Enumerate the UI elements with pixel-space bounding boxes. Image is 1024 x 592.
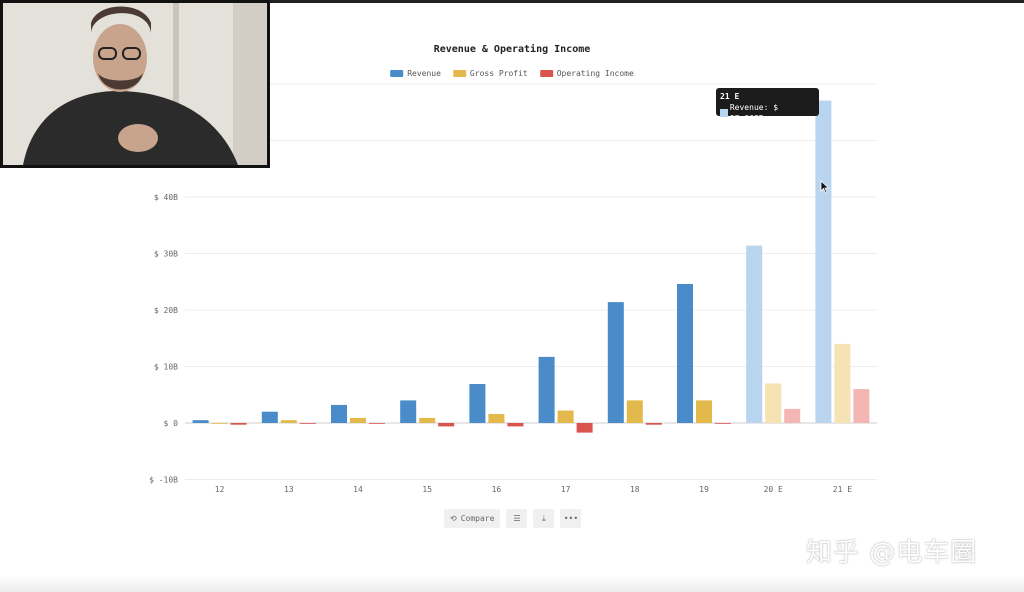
person-icon <box>3 3 267 165</box>
chart-tooltip: 21 E Revenue: $ 57.068B <box>716 88 819 123</box>
x-tick-label: 15 <box>422 485 432 494</box>
bar-revenue <box>815 100 832 424</box>
tooltip-title: 21 E <box>720 92 740 101</box>
x-tick-label: 20 E <box>764 485 783 494</box>
x-tick-label: 18 <box>630 485 640 494</box>
x-tick-label: 13 <box>284 485 294 494</box>
bar-gross-profit <box>280 420 297 423</box>
more-icon: ••• <box>563 514 579 523</box>
more-button[interactable]: ••• <box>560 509 582 528</box>
tooltip-value: Revenue: $ 57.068B <box>729 103 779 123</box>
bar-operating-income <box>645 423 662 425</box>
bar-revenue <box>400 400 417 423</box>
bar-operating-income <box>230 423 247 425</box>
bar-gross-profit <box>834 343 851 423</box>
list-icon: ☰ <box>513 514 521 523</box>
compare-button[interactable]: ⟲ Compare <box>444 509 501 528</box>
bar-gross-profit <box>696 400 712 423</box>
bar-revenue <box>192 420 209 423</box>
y-tick-label: $ 20B <box>154 306 178 315</box>
y-tick-label: $ 40B <box>154 193 178 202</box>
y-tick-label: $ 30B <box>154 250 178 259</box>
bar-gross-profit <box>488 413 505 423</box>
bar-gross-profit <box>350 417 366 423</box>
bar-operating-income <box>369 423 385 424</box>
bar-operating-income <box>299 423 316 424</box>
watermark-text: 知乎 @电车圈 <box>806 538 978 568</box>
bar-revenue <box>261 411 278 423</box>
x-tick-label: 12 <box>215 485 225 494</box>
bar-gross-profit <box>211 423 228 424</box>
x-tick-label: 16 <box>492 485 502 494</box>
mouse-cursor-icon <box>820 180 830 194</box>
bar-gross-profit <box>765 383 782 423</box>
webcam-overlay <box>0 0 270 168</box>
bar-revenue <box>677 284 693 423</box>
chart-toolbar: ⟲ Compare ☰ ⤓ ••• <box>444 509 582 528</box>
bar-gross-profit <box>557 410 574 423</box>
x-tick-label: 17 <box>561 485 571 494</box>
bar-gross-profit <box>419 417 436 423</box>
y-tick-label: $ 10B <box>154 363 178 372</box>
y-tick-label: $ -10B <box>149 476 178 485</box>
bar-operating-income <box>853 389 870 423</box>
bar-operating-income <box>576 423 593 433</box>
tooltip-swatch <box>720 109 728 117</box>
y-tick-label: $ 0 <box>164 419 179 428</box>
x-tick-label: 14 <box>353 485 363 494</box>
download-button[interactable]: ⤓ <box>533 509 555 528</box>
x-tick-label: 19 <box>699 485 709 494</box>
bar-gross-profit <box>626 400 643 423</box>
download-icon: ⤓ <box>542 513 546 523</box>
bar-operating-income <box>784 408 801 423</box>
bar-revenue <box>746 245 763 423</box>
bar-operating-income <box>507 423 524 427</box>
bar-revenue <box>607 302 624 423</box>
bar-operating-income <box>715 423 731 424</box>
bar-revenue <box>331 404 347 423</box>
refresh-icon: ⟲ <box>450 514 457 523</box>
compare-label: Compare <box>460 514 495 523</box>
bar-operating-income <box>438 423 455 427</box>
list-button[interactable]: ☰ <box>506 509 528 528</box>
bar-revenue <box>538 356 555 423</box>
bottom-edge <box>0 575 1024 592</box>
bar-revenue <box>469 384 486 423</box>
x-tick-label: 21 E <box>833 485 852 494</box>
